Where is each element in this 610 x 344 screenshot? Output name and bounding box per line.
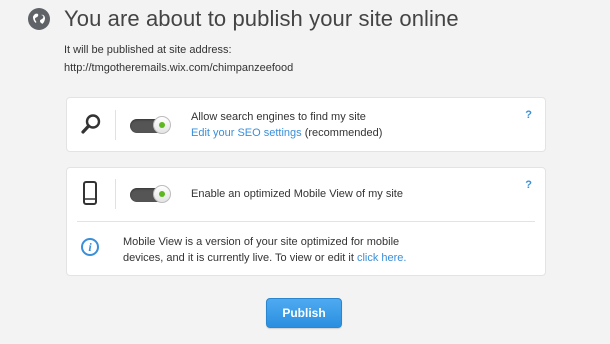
divider [115,179,116,209]
page-title: You are about to publish your site onlin… [64,6,459,31]
site-address-url: http://tmgotheremails.wix.com/chimpanzee… [64,62,294,74]
globe-icon [28,8,50,30]
publish-button[interactable]: Publish [266,298,342,328]
mobile-phone-icon [83,181,97,210]
site-address-label: It will be published at site address: [64,44,232,56]
info-icon: i [81,238,99,256]
mobile-card: Enable an optimized Mobile View of my si… [66,167,546,276]
recommended-label: (recommended) [304,127,383,139]
mobile-title: Enable an optimized Mobile View of my si… [191,188,403,200]
toggle-knob [153,185,171,203]
toggle-knob [153,116,171,134]
seo-help-button[interactable]: ? [525,109,532,121]
divider [115,110,116,140]
seo-title: Allow search engines to find my site [191,111,366,123]
seo-settings-line: Edit your SEO settings (recommended) [191,125,382,141]
card-divider [77,221,535,222]
mobile-info-line-1: Mobile View is a version of your site op… [123,236,400,248]
mobile-help-button[interactable]: ? [525,179,532,191]
seo-toggle[interactable] [130,116,171,134]
mobile-info-text: Mobile View is a version of your site op… [123,234,407,266]
mobile-view-toggle[interactable] [130,185,171,203]
mobile-info-line-2: devices, and it is currently live. To vi… [123,250,407,266]
click-here-link[interactable]: click here. [357,252,407,264]
seo-card: Allow search engines to find my site Edi… [66,97,546,152]
dialog-header: You are about to publish your site onlin… [28,6,459,32]
search-icon [80,113,102,140]
mobile-info-line-2-text: devices, and it is currently live. To vi… [123,252,354,264]
edit-seo-settings-link[interactable]: Edit your SEO settings [191,127,302,139]
